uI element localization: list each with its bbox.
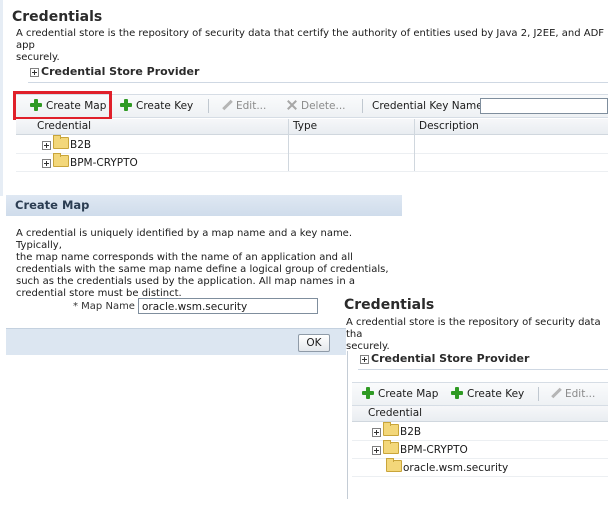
dialog-description: A credential is uniquely identified by a… bbox=[16, 228, 396, 300]
map-name-label: * Map Name bbox=[73, 301, 135, 312]
delete-icon bbox=[286, 99, 298, 111]
map-name-input[interactable]: oracle.wsm.security bbox=[138, 298, 318, 314]
section-divider bbox=[28, 82, 608, 83]
column-divider bbox=[288, 153, 289, 171]
credentials-table-header: Credential bbox=[352, 406, 608, 422]
pencil-icon bbox=[221, 99, 233, 111]
folder-icon bbox=[53, 135, 69, 149]
credentials-panel-bottom: Credentials A credential store is the re… bbox=[344, 293, 608, 505]
page-description-line1: A credential store is the repository of … bbox=[346, 317, 601, 340]
expand-icon[interactable] bbox=[372, 427, 381, 437]
table-row[interactable]: BPM-CRYPTO bbox=[16, 153, 608, 172]
edit-label: Edit... bbox=[565, 388, 596, 400]
create-map-highlight bbox=[13, 91, 112, 120]
page-title: Credentials bbox=[344, 297, 435, 313]
credentials-table-header: Credential Type Description bbox=[16, 119, 608, 135]
expand-icon[interactable] bbox=[360, 354, 369, 364]
credential-cell: B2B bbox=[372, 422, 422, 439]
expand-icon[interactable] bbox=[42, 158, 51, 168]
panel-left-border bbox=[0, 0, 3, 196]
edit-button[interactable]: Edit... bbox=[221, 98, 266, 114]
page-description-line2: securely. bbox=[16, 52, 60, 63]
column-divider bbox=[288, 135, 289, 153]
folder-icon bbox=[386, 458, 402, 472]
create-key-label: Create Key bbox=[136, 100, 194, 112]
create-map-label: Create Map bbox=[378, 388, 439, 400]
edit-button[interactable]: Edit... bbox=[550, 386, 595, 402]
column-credential[interactable]: Credential bbox=[368, 407, 422, 419]
credential-cell: BPM-CRYPTO bbox=[372, 440, 468, 457]
page-description: A credential store is the repository of … bbox=[346, 317, 608, 353]
create-key-button[interactable]: Create Key bbox=[451, 386, 524, 402]
create-map-button[interactable]: Create Map bbox=[362, 386, 438, 402]
panel-left-border bbox=[347, 351, 348, 499]
column-type[interactable]: Type bbox=[293, 120, 317, 132]
section-label: Credential Store Provider bbox=[41, 65, 200, 78]
table-row[interactable]: oracle.wsm.security bbox=[352, 458, 608, 477]
column-divider bbox=[414, 135, 415, 153]
ok-button[interactable]: OK bbox=[298, 334, 330, 352]
credential-key-name-label: Credential Key Name bbox=[372, 100, 483, 112]
folder-icon bbox=[383, 440, 399, 454]
toolbar-separator bbox=[538, 387, 539, 401]
section-divider bbox=[358, 369, 608, 370]
delete-button[interactable]: Delete... bbox=[286, 98, 346, 114]
section-label: Credential Store Provider bbox=[371, 352, 530, 365]
credential-key-name-input[interactable] bbox=[480, 98, 608, 114]
dialog-header: Create Map bbox=[6, 195, 402, 216]
row-label: BPM-CRYPTO bbox=[400, 444, 468, 456]
page-description: A credential store is the repository of … bbox=[16, 28, 608, 64]
add-icon bbox=[362, 387, 374, 399]
create-key-label: Create Key bbox=[467, 388, 525, 400]
credentials-toolbar: Create Map Create Key Edit... bbox=[352, 382, 608, 406]
credential-cell: B2B bbox=[42, 135, 92, 152]
credential-cell: BPM-CRYPTO bbox=[42, 153, 138, 170]
table-row[interactable]: BPM-CRYPTO bbox=[352, 440, 608, 459]
column-credential[interactable]: Credential bbox=[37, 120, 91, 132]
pencil-icon bbox=[550, 387, 562, 399]
row-label: oracle.wsm.security bbox=[403, 462, 509, 474]
dialog-text-line: A credential is uniquely identified by a… bbox=[16, 228, 353, 251]
page-description-line1: A credential store is the repository of … bbox=[16, 28, 605, 51]
section-credential-store-provider[interactable]: Credential Store Provider bbox=[360, 352, 529, 365]
add-icon bbox=[120, 99, 132, 111]
dialog-footer: OK bbox=[6, 328, 402, 355]
row-label: B2B bbox=[400, 426, 422, 438]
dialog-text-line: credentials with the same map name defin… bbox=[16, 264, 389, 275]
dialog-text-line: such as the credentials used by the appl… bbox=[16, 276, 355, 287]
credential-cell: oracle.wsm.security bbox=[386, 458, 509, 475]
expand-icon[interactable] bbox=[42, 140, 51, 150]
section-credential-store-provider[interactable]: Credential Store Provider bbox=[30, 65, 199, 78]
row-label: BPM-CRYPTO bbox=[70, 157, 138, 169]
add-icon bbox=[451, 387, 463, 399]
folder-icon bbox=[383, 422, 399, 436]
delete-label: Delete... bbox=[301, 100, 346, 112]
column-divider bbox=[414, 153, 415, 171]
column-divider bbox=[288, 119, 289, 134]
create-map-dialog: Create Map A credential is uniquely iden… bbox=[6, 195, 402, 358]
toolbar-separator bbox=[362, 99, 363, 113]
dialog-title: Create Map bbox=[15, 198, 90, 212]
folder-icon bbox=[53, 153, 69, 167]
table-row[interactable]: B2B bbox=[16, 135, 608, 154]
toolbar-separator bbox=[208, 99, 209, 113]
row-label: B2B bbox=[70, 139, 92, 151]
column-description[interactable]: Description bbox=[419, 120, 479, 132]
create-key-button[interactable]: Create Key bbox=[120, 98, 193, 114]
edit-label: Edit... bbox=[236, 100, 267, 112]
table-row[interactable]: B2B bbox=[352, 422, 608, 441]
expand-icon[interactable] bbox=[30, 67, 39, 77]
dialog-text-line: the map name corresponds with the name o… bbox=[16, 252, 353, 263]
credentials-panel-top: Credentials A credential store is the re… bbox=[0, 0, 608, 196]
column-divider bbox=[414, 119, 415, 134]
expand-icon[interactable] bbox=[372, 445, 381, 455]
page-title: Credentials bbox=[12, 9, 103, 25]
